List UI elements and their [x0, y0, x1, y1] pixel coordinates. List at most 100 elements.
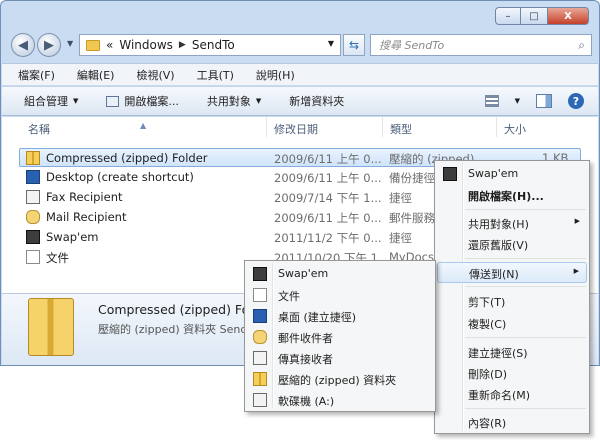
address-dropdown-icon[interactable]: ▼: [328, 39, 334, 48]
organize-button[interactable]: 組合管理 ▼: [24, 93, 78, 109]
fax-icon: [26, 190, 40, 204]
sendto-item-compressed-folder[interactable]: 壓縮的 (zipped) 資料夾: [247, 369, 433, 390]
context-menu: Swap'em 開啟檔案(H)... 共用對象(H) ▶ 還原舊版(V) 傳送到…: [434, 160, 590, 434]
menu-separator: [465, 408, 586, 409]
command-bar: 組合管理 ▼ 開啟檔案... 共用對象 ▼ 新增資料夾 ▼ ?: [2, 86, 598, 116]
command-bar-right: ▼ ?: [484, 93, 584, 109]
menu-item-open-file[interactable]: 開啟檔案(H)...: [437, 185, 587, 206]
menu-item-label: 建立捷徑(S): [468, 347, 528, 360]
file-type: 捷徑: [389, 231, 412, 245]
document-icon: [26, 250, 40, 264]
column-header-size[interactable]: 大小: [504, 121, 526, 137]
fax-icon: [253, 351, 267, 365]
chevron-down-icon: ▼: [255, 97, 262, 105]
recent-pages-dropdown-icon[interactable]: ▼: [67, 39, 73, 48]
swapem-icon: [253, 267, 267, 281]
open-label: 開啟檔案...: [124, 95, 179, 108]
sendto-item-documents[interactable]: 文件: [247, 285, 433, 306]
menu-separator: [465, 286, 586, 287]
breadcrumb-windows[interactable]: Windows: [119, 38, 173, 52]
breadcrumb-separator-icon[interactable]: ▶: [179, 40, 186, 50]
menu-item-share[interactable]: 共用對象(H) ▶: [437, 213, 587, 234]
column-divider[interactable]: [496, 117, 497, 137]
menu-item-label: 文件: [278, 290, 300, 303]
share-label: 共用對象: [206, 95, 251, 108]
sendto-item-swapem[interactable]: Swap'em: [247, 264, 433, 285]
menu-item-restore-versions[interactable]: 還原舊版(V): [437, 234, 587, 255]
open-file-button[interactable]: 開啟檔案...: [106, 93, 179, 109]
menu-item-label: 傳真接收者: [278, 353, 333, 366]
menu-view[interactable]: 檢視(V): [136, 67, 174, 83]
zip-folder-icon: [253, 372, 267, 386]
swapem-icon: [443, 167, 457, 181]
column-header-date[interactable]: 修改日期: [274, 121, 318, 137]
file-name: 文件: [46, 251, 69, 265]
search-input[interactable]: 搜尋 SendTo ⌕: [370, 34, 592, 56]
file-date: 2009/6/11 上午 0...: [274, 211, 382, 225]
menu-item-label: 剪下(T): [468, 296, 506, 309]
navigation-bar: ◀ ▶ ▼ « Windows ▶ SendTo ▼ ⇆ 搜尋 SendTo ⌕: [9, 31, 592, 61]
refresh-button[interactable]: ⇆: [343, 34, 365, 56]
column-header-name[interactable]: 名稱: [28, 121, 50, 137]
menu-file[interactable]: 檔案(F): [18, 67, 55, 83]
search-icon[interactable]: ⌕: [578, 38, 585, 53]
minimize-button[interactable]: –: [495, 7, 521, 25]
sendto-item-floppy-drive[interactable]: 軟碟機 (A:): [247, 390, 433, 411]
file-name: Fax Recipient: [46, 190, 123, 204]
file-date: 2009/6/11 上午 0...: [274, 152, 382, 166]
folder-icon: [86, 39, 100, 51]
column-headers: ▲ 名稱 修改日期 類型 大小: [2, 117, 598, 137]
sendto-item-mail-recipient[interactable]: 郵件收件者: [247, 327, 433, 348]
address-prefix: «: [106, 38, 114, 52]
menu-separator: [465, 209, 586, 210]
file-date: 2009/7/14 下午 1...: [274, 191, 382, 205]
menu-item-label: 還原舊版(V): [468, 239, 529, 252]
floppy-disk-icon: [253, 393, 267, 407]
preview-pane-icon[interactable]: [536, 94, 552, 108]
file-name: Mail Recipient: [46, 210, 127, 224]
swapem-icon: [26, 230, 40, 244]
back-arrow-icon[interactable]: ◀: [11, 33, 35, 57]
new-folder-button[interactable]: 新增資料夾: [289, 93, 344, 109]
column-header-type[interactable]: 類型: [390, 121, 412, 137]
sendto-item-desktop[interactable]: 桌面 (建立捷徑): [247, 306, 433, 327]
menu-item-cut[interactable]: 剪下(T): [437, 291, 587, 312]
menu-item-rename[interactable]: 重新命名(M): [437, 384, 587, 405]
address-bar[interactable]: « Windows ▶ SendTo ▼: [79, 34, 341, 56]
change-view-icon[interactable]: [484, 95, 499, 107]
menu-item-delete[interactable]: 刪除(D): [437, 363, 587, 384]
menu-item-create-shortcut[interactable]: 建立捷徑(S): [437, 342, 587, 363]
menu-item-label: 複製(C): [468, 318, 507, 331]
menu-item-label: 開啟檔案(H)...: [468, 190, 544, 203]
menu-item-properties[interactable]: 內容(R): [437, 412, 587, 433]
menu-edit[interactable]: 編輯(E): [77, 67, 115, 83]
menu-separator: [465, 337, 586, 338]
column-divider[interactable]: [266, 117, 267, 137]
menu-help[interactable]: 說明(H): [256, 67, 295, 83]
menu-item-label: 內容(R): [468, 417, 507, 430]
menu-item-send-to[interactable]: 傳送到(N) ▶: [437, 262, 587, 283]
help-icon[interactable]: ?: [568, 93, 584, 109]
menu-item-label: Swap'em: [278, 267, 329, 280]
menu-item-swapem[interactable]: Swap'em: [437, 164, 587, 185]
refresh-icon: ⇆: [348, 38, 360, 52]
menu-bar: 檔案(F) 編輯(E) 檢視(V) 工具(T) 說明(H): [2, 63, 598, 85]
send-to-submenu: Swap'em 文件 桌面 (建立捷徑) 郵件收件者 傳真接收者 壓縮的 (zi…: [244, 260, 436, 412]
sendto-item-fax-recipient[interactable]: 傳真接收者: [247, 348, 433, 369]
menu-item-copy[interactable]: 複製(C): [437, 313, 587, 334]
column-divider[interactable]: [382, 117, 383, 137]
maximize-button[interactable]: □: [521, 7, 547, 25]
file-type: 郵件服務: [389, 211, 435, 225]
view-options-dropdown-icon[interactable]: ▼: [515, 97, 520, 105]
desktop-icon: [26, 170, 40, 184]
file-date: 2009/6/11 上午 0...: [274, 171, 382, 185]
zip-folder-icon: [26, 151, 40, 165]
breadcrumb-sendto[interactable]: SendTo: [192, 38, 235, 52]
menu-item-label: 郵件收件者: [278, 332, 333, 345]
caption-buttons: – □ X: [495, 7, 589, 25]
share-button[interactable]: 共用對象 ▼: [207, 93, 261, 109]
close-button[interactable]: X: [547, 7, 589, 25]
mail-icon: [253, 330, 267, 344]
menu-tools[interactable]: 工具(T): [197, 67, 234, 83]
forward-arrow-icon[interactable]: ▶: [37, 33, 61, 57]
